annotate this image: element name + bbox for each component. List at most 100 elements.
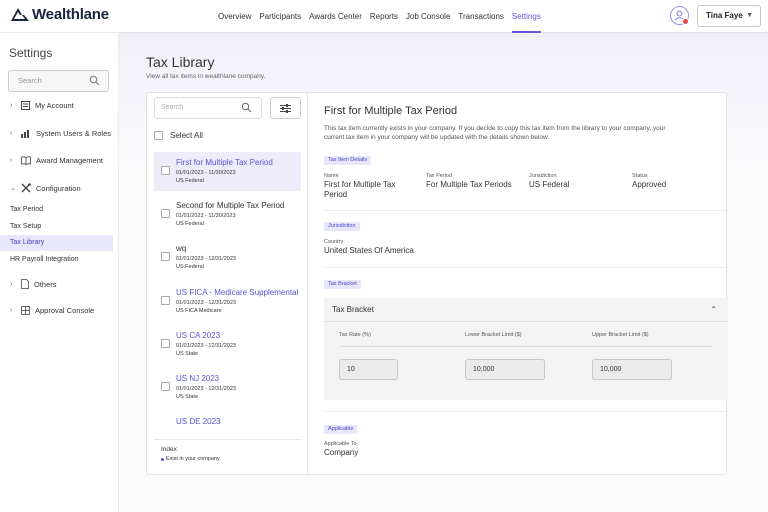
- nav-participants[interactable]: Participants: [259, 0, 301, 33]
- item-name: Second for Multiple Tax Period: [176, 201, 285, 210]
- search-icon: [241, 102, 252, 113]
- notification-avatar[interactable]: [670, 6, 689, 25]
- document-icon: [21, 279, 29, 289]
- list-item[interactable]: US CA 2023 01/01/2023 - 12/31/2023 US St…: [154, 325, 301, 364]
- tax-bracket-header[interactable]: Tax Bracket ⌃: [324, 298, 728, 322]
- index-entry: Exist in your company: [161, 456, 301, 462]
- select-all-row[interactable]: Select All: [154, 131, 203, 140]
- item-jurisdiction: US FICA Medicare: [176, 308, 222, 314]
- item-date: 01/01/2023 - 12/31/2023: [176, 343, 236, 349]
- sidebar-item-award-management[interactable]: › Award Management: [10, 156, 103, 165]
- sidebar-search-input[interactable]: Search: [8, 70, 109, 92]
- item-date: 01/01/2023 - 12/31/2023: [176, 256, 236, 262]
- tax-bracket-tag: Tax Bracket: [324, 280, 361, 289]
- console-icon: [21, 306, 30, 315]
- sidebar-sub-tax-setup[interactable]: Tax Setup: [0, 219, 113, 235]
- nav-reports[interactable]: Reports: [370, 0, 398, 33]
- nav-transactions[interactable]: Transactions: [458, 0, 504, 33]
- field-label: Jurisdiction: [529, 173, 557, 179]
- col-lower-limit: Lower Bracket Limit ($): [465, 332, 522, 338]
- sidebar-item-label: System Users & Roles: [36, 129, 112, 138]
- field-applicable-to: Applicable To Company: [324, 441, 358, 458]
- wealthlane-logo[interactable]: Wealthlane: [11, 6, 109, 23]
- nav-awards-center[interactable]: Awards Center: [309, 0, 362, 33]
- divider: [324, 411, 728, 412]
- item-checkbox[interactable]: [161, 382, 170, 391]
- chevron-right-icon: ›: [10, 307, 13, 314]
- field-value: Approved: [632, 180, 667, 189]
- divider: [324, 267, 728, 268]
- tax-item-details-tag: Tax Item Details: [324, 156, 372, 165]
- sidebar-item-approval-console[interactable]: › Approval Console: [10, 306, 94, 315]
- item-checkbox[interactable]: [161, 209, 170, 218]
- notification-badge: [682, 18, 689, 25]
- field-value: US Federal: [529, 180, 570, 189]
- select-all-checkbox[interactable]: [154, 131, 163, 140]
- sidebar-sub-tax-library[interactable]: Tax Library: [0, 235, 113, 251]
- item-checkbox[interactable]: [161, 296, 170, 305]
- chevron-right-icon: ›: [10, 280, 13, 288]
- tax-library-card: Search Select All First for Multiple Tax…: [146, 92, 728, 476]
- account-icon: [21, 101, 30, 110]
- index-legend: Index Exist in your company: [154, 439, 301, 462]
- field-label: Country: [324, 239, 344, 245]
- field-label: Status: [632, 173, 648, 179]
- nav-overview[interactable]: Overview: [218, 0, 251, 33]
- sidebar-item-my-account[interactable]: › My Account: [10, 101, 74, 110]
- item-jurisdiction: US Federal: [176, 221, 204, 227]
- item-checkbox[interactable]: [161, 252, 170, 261]
- item-name: US CA 2023: [176, 331, 221, 340]
- settings-sidebar: Settings Search › My Account › System Us…: [0, 33, 119, 512]
- sidebar-item-others[interactable]: › Others: [10, 279, 57, 289]
- field-label: Applicable To: [324, 441, 357, 447]
- item-name: wq: [176, 244, 187, 253]
- top-navbar: Wealthlane Overview Participants Awards …: [0, 0, 768, 33]
- field-value: For Multiple Tax Periods: [426, 180, 512, 189]
- item-date: 01/01/2023 - 11/30/2023: [176, 170, 236, 176]
- nav-settings[interactable]: Settings: [511, 0, 541, 33]
- list-search-input[interactable]: Search: [154, 97, 262, 119]
- item-jurisdiction: US Federal: [176, 178, 204, 184]
- filter-button[interactable]: [270, 97, 301, 119]
- sidebar-sub-hr-payroll[interactable]: HR Payroll Integration: [0, 252, 113, 268]
- index-entry-label: Exist in your company: [166, 456, 220, 462]
- lower-limit-input[interactable]: 10,000: [465, 359, 545, 380]
- field-value: United States Of America: [324, 246, 414, 255]
- book-icon: [21, 156, 31, 165]
- logo-text: Wealthlane: [32, 6, 109, 23]
- upper-limit-input[interactable]: 10,000: [592, 359, 672, 380]
- field-status: Status Approved: [632, 173, 666, 190]
- sidebar-item-system-users[interactable]: › System Users & Roles: [10, 129, 111, 138]
- sidebar-sub-tax-period[interactable]: Tax Period: [0, 202, 113, 218]
- chevron-right-icon: ›: [10, 130, 13, 137]
- tax-bracket-panel: Tax Bracket ⌃ Tax Rate (%) Lower Bracket…: [324, 298, 728, 400]
- list-item[interactable]: US NJ 2023 01/01/2023 - 12/31/2023 US St…: [154, 368, 301, 407]
- user-dropdown[interactable]: Tina Faye ▼: [697, 5, 761, 27]
- tools-icon: [21, 183, 31, 193]
- list-item[interactable]: Second for Multiple Tax Period 01/01/202…: [154, 195, 301, 234]
- field-label: Tax Period: [426, 173, 452, 179]
- page-title: Tax Library: [146, 54, 215, 70]
- tax-item-detail: First for Multiple Tax Period This tax i…: [309, 93, 728, 476]
- sidebar-item-configuration[interactable]: ⌄ Configuration: [10, 183, 81, 193]
- page-subtitle: View all tax items in wealthlane company…: [146, 73, 266, 80]
- chevron-down-icon: ⌄: [10, 185, 16, 192]
- index-title: Index: [161, 446, 177, 453]
- item-name: First for Multiple Tax Period: [176, 158, 273, 167]
- nav-job-console[interactable]: Job Console: [406, 0, 450, 33]
- main-content: Tax Library View all tax items in wealth…: [119, 33, 768, 512]
- chevron-up-icon[interactable]: ⌃: [710, 298, 717, 322]
- tax-rate-input[interactable]: 10: [339, 359, 398, 380]
- detail-description: This tax item currently exists in your c…: [324, 125, 666, 142]
- list-item[interactable]: US DE 2023: [154, 411, 301, 433]
- chevron-right-icon: ›: [10, 157, 13, 164]
- col-upper-limit: Upper Bracket Limit ($): [592, 332, 649, 338]
- item-name: US FICA - Medicare Supplemental: [176, 288, 299, 297]
- item-checkbox[interactable]: [161, 166, 170, 175]
- list-item[interactable]: US FICA - Medicare Supplemental 01/01/20…: [154, 282, 301, 321]
- chevron-right-icon: ›: [10, 102, 13, 109]
- item-name: US NJ 2023: [176, 374, 220, 383]
- list-item[interactable]: wq 01/01/2023 - 12/31/2023 US Federal: [154, 238, 301, 277]
- list-item[interactable]: First for Multiple Tax Period 01/01/2023…: [154, 152, 301, 191]
- item-checkbox[interactable]: [161, 339, 170, 348]
